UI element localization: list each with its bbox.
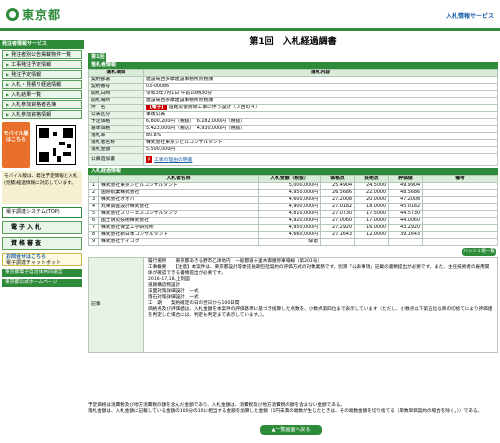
- table-row: 開札場所 建設局西多摩建設事務所庶務課: [88, 97, 498, 105]
- project-name: 道路災害防除工事に伴う設計（３西の４）: [168, 105, 260, 111]
- sidebar-item-order-schedule[interactable]: 発注予定情報: [2, 70, 82, 79]
- bid-table: 入札者名称 入札金額（税抜） 価格点 技術点 評価値 備考 1 株式会社東京シビル…: [88, 175, 498, 246]
- header: 東京都 入札情報サービス: [0, 0, 500, 32]
- table-row: 開札日時 令和3年7月1日 午前10時30分: [88, 90, 498, 98]
- round-tab: 第1回: [88, 53, 106, 62]
- table-row: 3 株式会社オオバ 4,600,000円 27.2008 20.0000 47.2008: [88, 196, 498, 204]
- table-row: 落札率 80.8%: [88, 132, 498, 140]
- logo-text: 東京都: [22, 8, 62, 22]
- table-row: 落札金額 5,500,000円: [88, 146, 498, 154]
- help-chatbot-button[interactable]: お問合せはこちら 電子調達チャットボット: [2, 253, 82, 266]
- tokyo-emblem-icon: [6, 8, 19, 21]
- column-header-content: 落札内容: [143, 69, 498, 77]
- notice-pdf-link[interactable]: 工事の理由の明書: [154, 158, 192, 163]
- mobile-button[interactable]: モバイル版はこちら: [2, 122, 30, 168]
- qr-code-icon: [36, 125, 76, 165]
- ebid-system-link[interactable]: 電子調達システム(TOP): [2, 207, 82, 218]
- table-row: 公募追加書 P 工事の理由の明書: [88, 153, 498, 166]
- pdf-icon: P: [146, 155, 152, 163]
- table-row: 契約番号 03-00086: [88, 83, 498, 91]
- table-row: 2 国際航業株式会社 4,950,000円 26.5686 22.0000 48.5686: [88, 189, 498, 197]
- winner-section-title: 落札者情報: [88, 62, 498, 69]
- column-header-evaluation: 評価値: [388, 175, 423, 183]
- electronic-badge: 【電子】: [146, 105, 168, 110]
- link-municipal-joint[interactable]: 東京都電子自治体共同運営: [2, 269, 82, 277]
- table-row: 落札者名称 株式会社東京シビルコンサルタント: [88, 139, 498, 147]
- sidebar-item-construction-schedule[interactable]: 工事発注予定情報: [2, 60, 82, 69]
- table-row: 公表区分 事後公表: [88, 111, 498, 119]
- sidebar-item-bid-results[interactable]: 入札結果一覧: [2, 90, 82, 99]
- help-line2: 電子調達チャットボット: [6, 259, 61, 266]
- page-title: 第1回 入札経過調書: [249, 37, 337, 47]
- table-row: 1 株式会社東京シビルコンサルタント 5,000,000円 25.4904 24.500…: [88, 182, 498, 190]
- table-row: 5 株式会社スリーエスコンサルタンツ 4,810,000円 27.0730 17.500…: [88, 210, 498, 218]
- footer-notes: 予定価格は消費税及び地方消費税の額を含んだ金額であり、入札金額は、消費税及び地方…: [88, 403, 483, 414]
- remarks-label: 記事: [88, 257, 144, 353]
- hash-list-button[interactable]: ハッシュ値一覧: [462, 248, 496, 256]
- sidebar-item-public-notice[interactable]: 発注者別公告掲載物件一覧: [2, 50, 82, 59]
- tokyo-logo[interactable]: 東京都: [6, 6, 61, 23]
- table-row: 契約部署 建設局西多摩建設事務所庶務課: [88, 76, 498, 84]
- link-tokyo-official[interactable]: 東京都公式ホームページ: [2, 279, 82, 287]
- mobile-note: モバイル版は、発注予定情報と入札(見積)経過情報に対応しています。: [2, 171, 82, 204]
- column-header-item: 落札項目: [88, 69, 144, 77]
- table-row: 件 名 【電子】 道路災害防除工事に伴う設計（３西の４）: [88, 104, 498, 112]
- sidebar-item-qualified-list[interactable]: 入札参加資格者名簿: [2, 100, 82, 109]
- service-title: 入札情報サービス: [445, 13, 494, 20]
- column-header-amount: 入札金額（税抜）: [258, 175, 321, 183]
- sidebar-section-title: 発注者情報サービス: [0, 40, 84, 49]
- bid-section-title: 入札経過情報: [88, 168, 498, 175]
- table-row: 予定価格 6,800,200円（税抜） 6,182,000円（税抜）: [88, 118, 498, 126]
- sidebar-item-bid-progress[interactable]: 入札・見積り経過情報: [2, 80, 82, 89]
- table-row: 9 株式会社テイコク 辞退: [88, 238, 498, 246]
- table-row: 基準価格 5,423,000円（税込） 4,930,000円（税抜）: [88, 125, 498, 133]
- table-row: 7 株式会社保全工学研究所 4,950,000円 27.2920 16.0000 43.2…: [88, 224, 498, 232]
- column-header-tech-score: 技術点: [354, 175, 389, 183]
- mobile-section: モバイル版はこちら: [2, 122, 82, 168]
- sidebar: 発注者情報サービス 発注者別公告掲載物件一覧 工事発注予定情報 発注予定情報 入…: [0, 40, 84, 443]
- remarks-table: 記事 履行場所 東京都あきる野市乙津地内 一般都道十里木御膳停車場線（第201号…: [88, 257, 498, 353]
- table-row: 8 株式会社新日本コンサルタント 4,660,000円 27.1643 12.0000 3…: [88, 231, 498, 239]
- back-to-list-button[interactable]: ▲一覧画面へ戻る: [260, 425, 322, 435]
- main-content: 第1回 入札経過調書 第1回 落札者情報 落札項目 落札内容 契約部署 建設局西多…: [88, 32, 498, 353]
- remarks-text: 履行場所 東京都あきる野市乙津地内 一般都道十里木御膳停車場線（第201号） 工…: [148, 259, 493, 318]
- winner-info-table: 落札項目 落札内容 契約部署 建設局西多摩建設事務所庶務課 契約番号 03-0008…: [88, 69, 498, 166]
- qualification-review-button[interactable]: 資格審査: [2, 237, 82, 250]
- table-row: 6 国土防災技術株式会社 4,920,000円 27.0060 17.0000 44.00…: [88, 217, 498, 225]
- table-row: 4 丸栄調査設計株式会社 4,900,000円 27.0182 18.0000 45.01…: [88, 203, 498, 211]
- column-header-bidder: 入札者名称: [98, 175, 259, 183]
- sidebar-item-qualification[interactable]: 入札参加資格情報: [2, 110, 82, 119]
- header-divider: [0, 28, 500, 31]
- electronic-bid-button[interactable]: 電子入札: [2, 221, 82, 234]
- column-header-price-score: 価格点: [320, 175, 355, 183]
- column-header-note: 備考: [422, 175, 498, 183]
